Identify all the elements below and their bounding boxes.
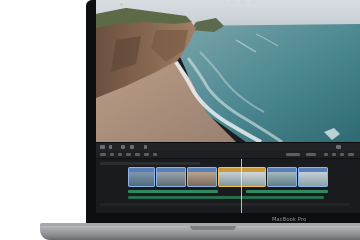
index-icon[interactable] [100,153,106,156]
playhead[interactable] [241,159,242,213]
audio-skim-icon[interactable] [332,153,336,156]
forward-arrow-icon[interactable] [118,153,122,156]
timeline-clip[interactable] [267,167,297,187]
color-icon[interactable] [144,145,147,149]
timeline-clip[interactable] [156,167,186,187]
skimming-icon[interactable] [324,153,328,156]
zoom-icon[interactable] [109,145,112,149]
laptop-notch [190,226,236,230]
tool-select-icon[interactable] [153,153,157,156]
viewer-toolbar [96,142,360,151]
timeline-clip-selected[interactable] [218,167,266,187]
insert-icon[interactable] [135,153,140,156]
zoom-slider[interactable] [348,153,354,156]
video-viewer[interactable] [96,0,360,142]
model-label: MacBook Pro [272,217,307,223]
music-track[interactable] [128,196,324,199]
timeline-clip[interactable] [187,167,217,187]
timecode-display: 1:00:00:00 [224,0,257,6]
timeline-clip[interactable] [298,167,328,187]
fullscreen-icon[interactable] [336,145,341,149]
coastline-footage [96,0,360,142]
append-icon[interactable] [126,153,131,156]
timeline-name-field [286,153,300,156]
overwrite-icon[interactable] [144,153,149,156]
audio-track[interactable] [246,190,328,193]
connected-lane [100,162,200,165]
timeline-header [96,151,360,159]
timeline[interactable] [96,159,360,213]
duration-field [306,153,316,156]
audio-track[interactable] [128,190,218,193]
effects-icon[interactable] [121,145,125,149]
transform-icon[interactable] [130,145,134,149]
back-arrow-icon[interactable] [110,153,114,156]
view-options-icon[interactable] [100,145,105,149]
app-screen: 1:00:00:00 [96,0,360,213]
timeline-clip[interactable] [128,167,155,187]
empty-lane [100,203,350,206]
play-icon[interactable] [120,3,123,6]
solo-icon[interactable] [340,153,344,156]
